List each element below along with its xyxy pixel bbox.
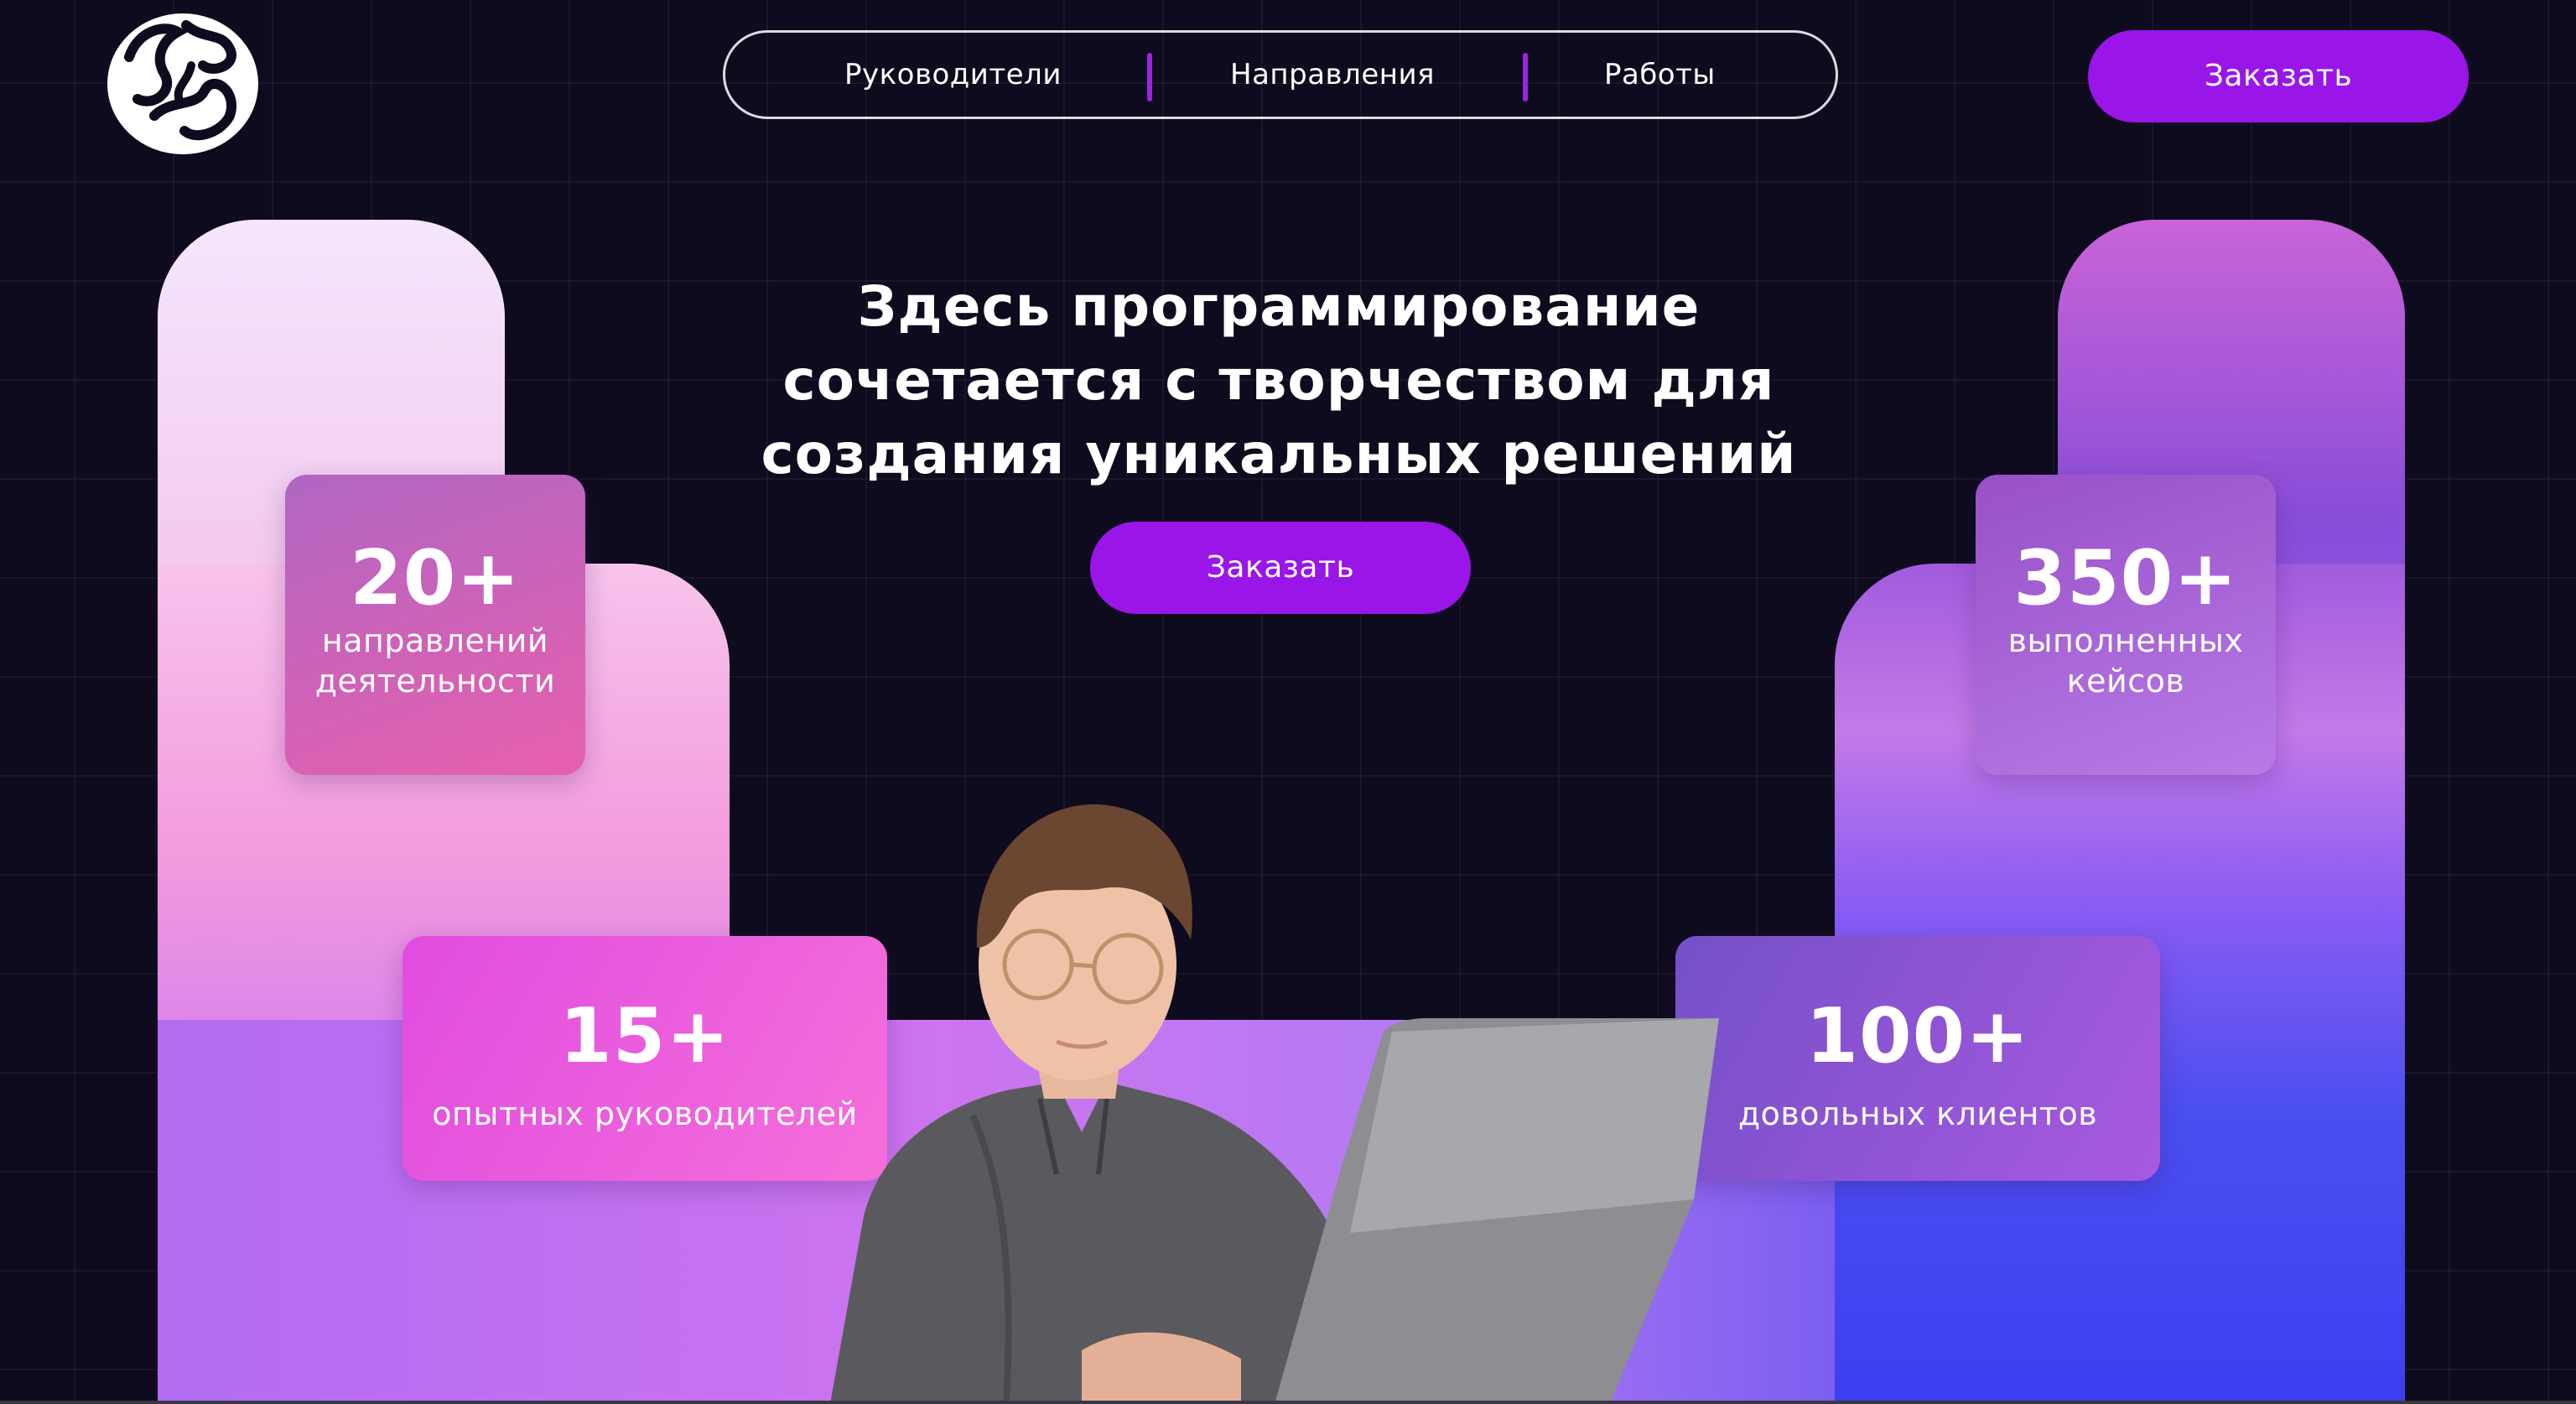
bottom-divider <box>0 1401 2576 1404</box>
order-button-header[interactable]: Заказать <box>2088 30 2469 122</box>
nav-separator <box>1147 53 1152 101</box>
stat-value: 350+ <box>2013 534 2238 622</box>
main-nav: Руководители Направления Работы <box>723 30 1838 119</box>
nav-item-leaders[interactable]: Руководители <box>844 33 1062 117</box>
nav-item-directions[interactable]: Направления <box>1230 33 1435 117</box>
stat-label: направлений <box>321 622 549 659</box>
stat-label: выполненных <box>2007 622 2244 659</box>
stat-label: кейсов <box>2066 663 2185 699</box>
stat-card-directions: 20+ направлений деятельности <box>285 475 585 775</box>
headline-line: Здесь программирование <box>857 274 1701 339</box>
stat-card-cases: 350+ выполненных кейсов <box>1976 475 2276 775</box>
nav-item-works[interactable]: Работы <box>1604 33 1716 117</box>
order-button-hero[interactable]: Заказать <box>1090 522 1471 614</box>
headline-line: создания уникальных решений <box>761 422 1797 486</box>
brand-logo-icon[interactable] <box>104 7 262 158</box>
stat-label: деятельности <box>314 663 556 699</box>
headline-line: сочетается с творчеством для <box>782 348 1775 413</box>
hero-headline: Здесь программирование сочетается с твор… <box>688 270 1870 491</box>
nav-separator <box>1523 53 1528 101</box>
stat-value: 20+ <box>350 534 521 622</box>
student-with-laptop-illustration <box>830 804 1719 1404</box>
